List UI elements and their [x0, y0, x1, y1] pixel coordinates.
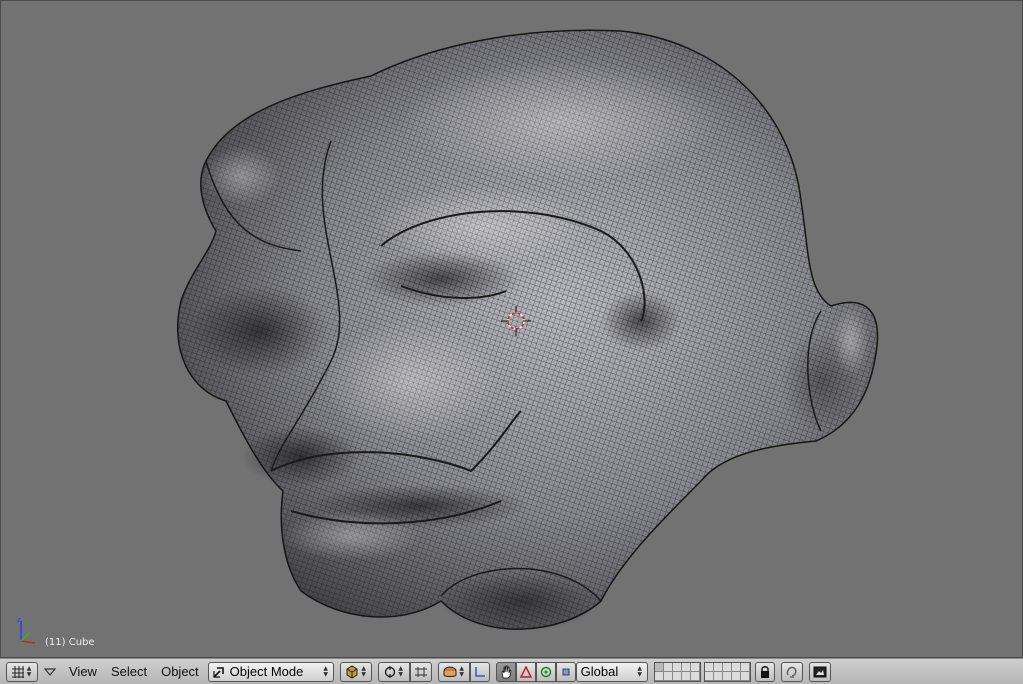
updown-icon: ▲ ▼ [361, 664, 366, 678]
translate-manipulator-button[interactable] [495, 661, 516, 682]
align-icon [414, 666, 427, 677]
lock-icon [760, 665, 769, 678]
updown-icon: ▲ ▼ [398, 664, 403, 678]
square-icon [562, 668, 570, 675]
orientation-select[interactable]: Global ▲ ▼ [575, 661, 648, 682]
axis-gizmo-icon: z [17, 617, 36, 644]
object-menu[interactable]: Object [154, 662, 206, 682]
rotate-manipulator-button[interactable] [515, 661, 536, 682]
object-mode-icon [213, 666, 224, 678]
updown-icon: ▲ ▼ [459, 664, 464, 678]
shading-icon [346, 664, 358, 679]
grid-icon [12, 665, 24, 678]
updown-icon: ▲ ▼ [323, 664, 328, 678]
menu-collapse-button[interactable] [38, 662, 62, 682]
editor-type-button[interactable]: ▲ ▼ [6, 661, 38, 682]
mode-select-value: Object Mode [229, 664, 304, 679]
transform-axis-button[interactable] [469, 661, 490, 682]
updown-icon: ▲ ▼ [637, 664, 642, 678]
proportional-edit-button[interactable] [780, 661, 803, 682]
circle-icon [540, 666, 551, 677]
view-menu[interactable]: View [62, 662, 104, 682]
pivot-icon [384, 665, 395, 678]
manipulator-toggle[interactable]: ▲ ▼ [437, 661, 470, 682]
svg-text:z: z [17, 617, 21, 624]
render-button[interactable] [808, 661, 831, 682]
orientation-select-value: Global [580, 664, 619, 679]
hand-icon [501, 665, 512, 678]
layer-buttons-group-1[interactable] [653, 661, 701, 682]
mode-select[interactable]: Object Mode ▲ ▼ [207, 661, 334, 682]
updown-icon: ▲ ▼ [26, 664, 32, 678]
3d-viewport[interactable]: z (11) Cube [0, 0, 1023, 658]
lock-layers-button[interactable] [754, 661, 775, 682]
scale-manipulator-button[interactable] [535, 661, 556, 682]
render-icon [813, 666, 827, 677]
triangle-down-icon [44, 667, 56, 676]
pivot-align-button[interactable] [409, 661, 432, 682]
manipulator-mode-button[interactable] [555, 661, 576, 682]
triangle-icon [519, 665, 532, 678]
blender-window: z (11) Cube ▲ ▼ View Select Object Object… [0, 0, 1023, 684]
draw-type-button[interactable]: ▲ ▼ [339, 661, 372, 682]
layer-buttons-group-2[interactable] [703, 661, 751, 682]
axis-icon [475, 666, 485, 677]
manipulator-icon [443, 666, 457, 677]
select-menu[interactable]: Select [104, 662, 154, 682]
viewport-header: ▲ ▼ View Select Object Object Mode ▲ ▼ ▲ ▼ [0, 658, 1023, 684]
sculpted-head-mesh [176, 29, 879, 631]
proportional-edit-icon [786, 666, 797, 678]
pivot-button[interactable]: ▲ ▼ [377, 661, 410, 682]
object-info-label: (11) Cube [45, 637, 95, 648]
